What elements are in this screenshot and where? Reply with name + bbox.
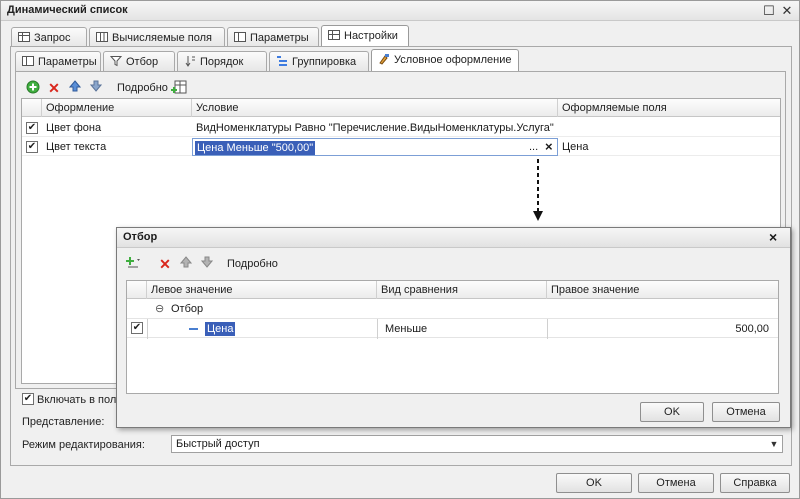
close-icon[interactable]: ✕ — [779, 3, 795, 19]
subtab-filter[interactable]: Отбор — [103, 51, 175, 71]
details-button[interactable]: Подробно — [117, 82, 168, 94]
maximize-icon[interactable]: ☐ — [761, 3, 777, 19]
subtab-filter-label: Отбор — [126, 56, 159, 68]
filter-dialog-close-icon[interactable]: × — [769, 229, 777, 245]
column-header-appearance[interactable]: Оформление — [42, 99, 192, 117]
move-down-icon[interactable] — [199, 256, 215, 272]
edit-mode-label: Режим редактирования: — [22, 439, 145, 451]
tab-query[interactable]: Запрос — [11, 27, 87, 47]
appearance-cell: Цвет текста — [46, 141, 107, 153]
table-icon — [18, 32, 30, 42]
column-header-condition[interactable]: Условие — [192, 99, 558, 117]
appearance-cell: Цвет фона — [46, 122, 102, 134]
choose-ellipsis-button[interactable]: ... — [529, 141, 538, 153]
representation-label: Представление: — [22, 416, 105, 428]
calc-fields-icon — [96, 32, 108, 42]
row-checkbox[interactable]: ✔ — [26, 122, 38, 134]
row-checkbox[interactable]: ✔ — [131, 322, 143, 334]
cancel-button[interactable]: Отмена — [638, 473, 714, 493]
column-header-fields[interactable]: Оформляемые поля — [558, 99, 780, 117]
include-label: Включать в поль — [37, 394, 123, 406]
filter-grid-header: Левое значение Вид сравнения Правое знач… — [127, 281, 778, 299]
condition-cell: ВидНоменклатуры Равно "Перечисление.Виды… — [196, 122, 554, 134]
column-header-comparison[interactable]: Вид сравнения — [377, 281, 547, 299]
table-row[interactable]: ✔ Цена Меньше 500,00 — [127, 318, 778, 339]
comparison-cell: Меньше — [385, 323, 428, 335]
subtab-conditional-appearance[interactable]: Условное оформление — [371, 49, 519, 71]
main-window: Динамический список ☐ ✕ Запрос Вычисляем… — [0, 0, 800, 499]
filter-ok-button[interactable]: OK — [640, 402, 704, 422]
check-column-header — [127, 281, 147, 299]
add-condition-icon[interactable] — [125, 256, 141, 272]
tab-parameters[interactable]: Параметры — [227, 27, 319, 47]
clear-icon[interactable]: × — [545, 139, 553, 154]
delete-icon[interactable]: ✕ — [46, 80, 62, 96]
subtab-parameters-label: Параметры — [38, 56, 97, 68]
subtab-order[interactable]: Порядок — [177, 51, 267, 71]
cell-divider — [547, 319, 548, 339]
tab-calculated-fields-label: Вычисляемые поля — [112, 32, 212, 44]
add-column-icon[interactable] — [171, 79, 187, 95]
row-checkbox[interactable]: ✔ — [26, 141, 38, 153]
cell-divider — [377, 319, 378, 339]
filter-details-button[interactable]: Подробно — [227, 258, 278, 270]
window-titlebar: Динамический список ☐ ✕ — [1, 1, 799, 21]
filter-group-row[interactable]: ⊖ Отбор — [127, 300, 778, 318]
field-icon — [189, 328, 198, 330]
chevron-down-icon[interactable]: ▼ — [768, 438, 780, 450]
cell-divider — [147, 319, 148, 339]
condition-edit-text[interactable]: Цена Меньше "500,00" — [195, 141, 316, 155]
tab-settings[interactable]: Настройки — [321, 25, 409, 47]
move-up-icon[interactable] — [178, 256, 194, 272]
right-value-cell: 500,00 — [735, 323, 769, 335]
filter-grid: Левое значение Вид сравнения Правое знач… — [126, 280, 779, 394]
filter-icon — [110, 56, 122, 67]
subtab-parameters[interactable]: Параметры — [15, 51, 101, 71]
tab-calculated-fields[interactable]: Вычисляемые поля — [89, 27, 225, 47]
condition-editor[interactable]: Цена Меньше "500,00" ... × — [192, 138, 558, 156]
table-row[interactable]: ✔ Цвет фона ВидНоменклатуры Равно "Переч… — [22, 119, 780, 137]
tab-settings-label: Настройки — [344, 30, 398, 42]
sort-icon — [185, 56, 195, 67]
subtab-grouping-label: Группировка — [292, 56, 357, 68]
parameters-icon — [234, 32, 246, 42]
appearance-brush-icon — [379, 54, 389, 65]
fields-cell: Цена — [562, 141, 589, 153]
ok-button[interactable]: OK — [556, 473, 632, 493]
column-header-left-value[interactable]: Левое значение — [147, 281, 377, 299]
left-value-cell[interactable]: Цена — [205, 322, 236, 336]
filter-dialog-title: Отбор — [123, 231, 158, 243]
edit-mode-value: Быстрый доступ — [176, 438, 260, 450]
table-row[interactable]: ✔ Цвет текста Цена Меньше "500,00" ... ×… — [22, 138, 780, 156]
edit-mode-select[interactable]: Быстрый доступ ▼ — [171, 435, 783, 453]
include-checkbox[interactable]: ✔ — [22, 393, 34, 405]
grouping-icon — [277, 56, 287, 66]
dashed-arrow-icon — [533, 159, 543, 221]
grid-header: Оформление Условие Оформляемые поля — [22, 99, 780, 117]
window-title: Динамический список — [7, 4, 128, 16]
add-icon[interactable] — [25, 80, 41, 96]
settings-icon — [328, 30, 340, 40]
tab-parameters-label: Параметры — [250, 32, 309, 44]
subtab-grouping[interactable]: Группировка — [269, 51, 369, 71]
filter-dialog-titlebar: Отбор × — [117, 228, 790, 248]
help-button[interactable]: Справка — [720, 473, 790, 493]
move-down-icon[interactable] — [88, 80, 104, 96]
column-header-right-value[interactable]: Правое значение — [547, 281, 778, 299]
check-column-header — [22, 99, 42, 117]
subtab-conditional-appearance-label: Условное оформление — [394, 54, 512, 66]
filter-cancel-button[interactable]: Отмена — [712, 402, 780, 422]
move-up-icon[interactable] — [67, 80, 83, 96]
fields-cell — [558, 119, 780, 137]
tab-query-label: Запрос — [34, 32, 71, 44]
filter-group-label: Отбор — [171, 303, 204, 315]
delete-icon[interactable]: ✕ — [157, 256, 173, 272]
parameters-icon — [22, 56, 34, 66]
filter-dialog: Отбор × ✕ Подробно Левое значение Вид ср… — [116, 227, 791, 428]
subtab-order-label: Порядок — [200, 56, 244, 68]
collapse-icon[interactable]: ⊖ — [155, 302, 164, 315]
